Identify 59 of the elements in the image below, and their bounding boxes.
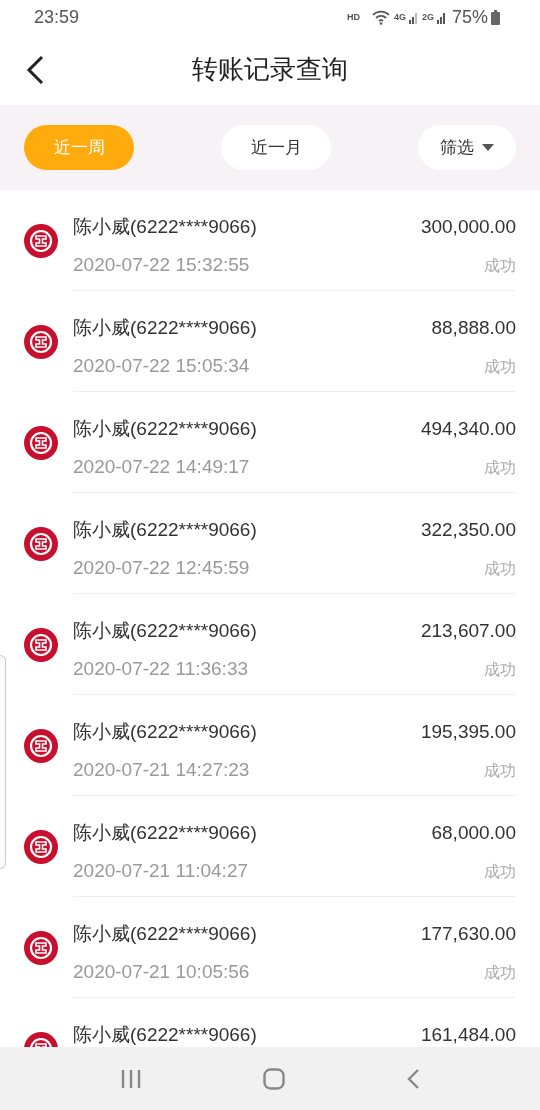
transfer-amount: 195,395.00 bbox=[420, 721, 516, 743]
payee-name: 陈小威(6222****9066) bbox=[73, 922, 257, 946]
transfer-amount: 161,484.00 bbox=[420, 1024, 516, 1046]
transfer-amount: 213,607.00 bbox=[420, 620, 516, 642]
wifi-icon bbox=[370, 9, 391, 25]
bank-logo-icon bbox=[24, 729, 58, 763]
edge-panel-handle[interactable] bbox=[0, 655, 6, 869]
bank-logo-icon bbox=[24, 224, 58, 258]
transfer-status: 成功 bbox=[484, 256, 516, 276]
transfer-status: 成功 bbox=[484, 963, 516, 983]
transfer-time: 2020-07-21 11:04:27 bbox=[73, 860, 249, 882]
three-bars-icon bbox=[120, 1068, 143, 1089]
transfer-status: 成功 bbox=[484, 458, 516, 478]
network-type-label: 2G bbox=[421, 12, 434, 22]
rounded-square-icon bbox=[263, 1067, 285, 1090]
bank-logo-icon bbox=[24, 426, 58, 460]
payee-name: 陈小威(6222****9066) bbox=[73, 1023, 257, 1047]
transfer-amount: 88,888.00 bbox=[431, 317, 516, 339]
bank-logo-icon bbox=[24, 628, 58, 662]
payee-name: 陈小威(6222****9066) bbox=[73, 720, 257, 744]
transfer-time: 2020-07-22 11:36:33 bbox=[73, 658, 249, 680]
bank-logo-icon bbox=[24, 527, 58, 561]
signal-icon bbox=[436, 10, 447, 24]
signal-icon bbox=[408, 10, 419, 24]
transfer-amount: 300,000.00 bbox=[420, 216, 516, 238]
transfer-time: 2020-07-22 12:45:59 bbox=[73, 557, 250, 579]
transfer-amount: 494,340.00 bbox=[420, 418, 516, 440]
transfer-status: 成功 bbox=[484, 660, 516, 680]
period-tab[interactable]: 近一月 bbox=[221, 125, 331, 170]
payee-name: 陈小威(6222****9066) bbox=[73, 215, 257, 239]
transfer-time: 2020-07-22 14:49:17 bbox=[73, 456, 250, 478]
payee-name: 陈小威(6222****9066) bbox=[73, 316, 257, 340]
transfer-status: 成功 bbox=[484, 862, 516, 882]
transfer-time: 2020-07-21 10:05:56 bbox=[73, 961, 250, 983]
transfer-status: 成功 bbox=[484, 357, 516, 377]
payee-name: 陈小威(6222****9066) bbox=[73, 619, 257, 643]
transfer-status: 成功 bbox=[484, 761, 516, 781]
transfer-time: 2020-07-22 15:05:34 bbox=[73, 355, 250, 377]
page-title: 转账记录查询 bbox=[192, 53, 348, 86]
transfer-amount: 177,630.00 bbox=[420, 923, 516, 945]
transfer-amount: 68,000.00 bbox=[431, 822, 516, 844]
transfer-status: 成功 bbox=[484, 559, 516, 579]
caret-icon bbox=[482, 144, 494, 151]
battery-icon bbox=[491, 9, 500, 25]
transfer-time: 2020-07-22 15:32:55 bbox=[73, 254, 250, 276]
network-type-label: 4G bbox=[393, 12, 406, 22]
transfer-time: 2020-07-21 14:27:23 bbox=[73, 759, 250, 781]
payee-name: 陈小威(6222****9066) bbox=[73, 821, 257, 845]
chevron-icon bbox=[405, 1067, 420, 1090]
battery-percent: 75% bbox=[451, 6, 488, 28]
payee-name: 陈小威(6222****9066) bbox=[73, 417, 257, 441]
filter-dropdown[interactable]: 筛选 bbox=[418, 125, 516, 170]
bank-logo-icon bbox=[24, 931, 58, 965]
bank-logo-icon bbox=[24, 830, 58, 864]
transfer-amount: 322,350.00 bbox=[420, 519, 516, 541]
payee-name: 陈小威(6222****9066) bbox=[73, 518, 257, 542]
clock-time: 23:59 bbox=[34, 6, 80, 28]
hd-indicator: HD bbox=[346, 12, 360, 22]
bank-logo-icon bbox=[24, 325, 58, 359]
